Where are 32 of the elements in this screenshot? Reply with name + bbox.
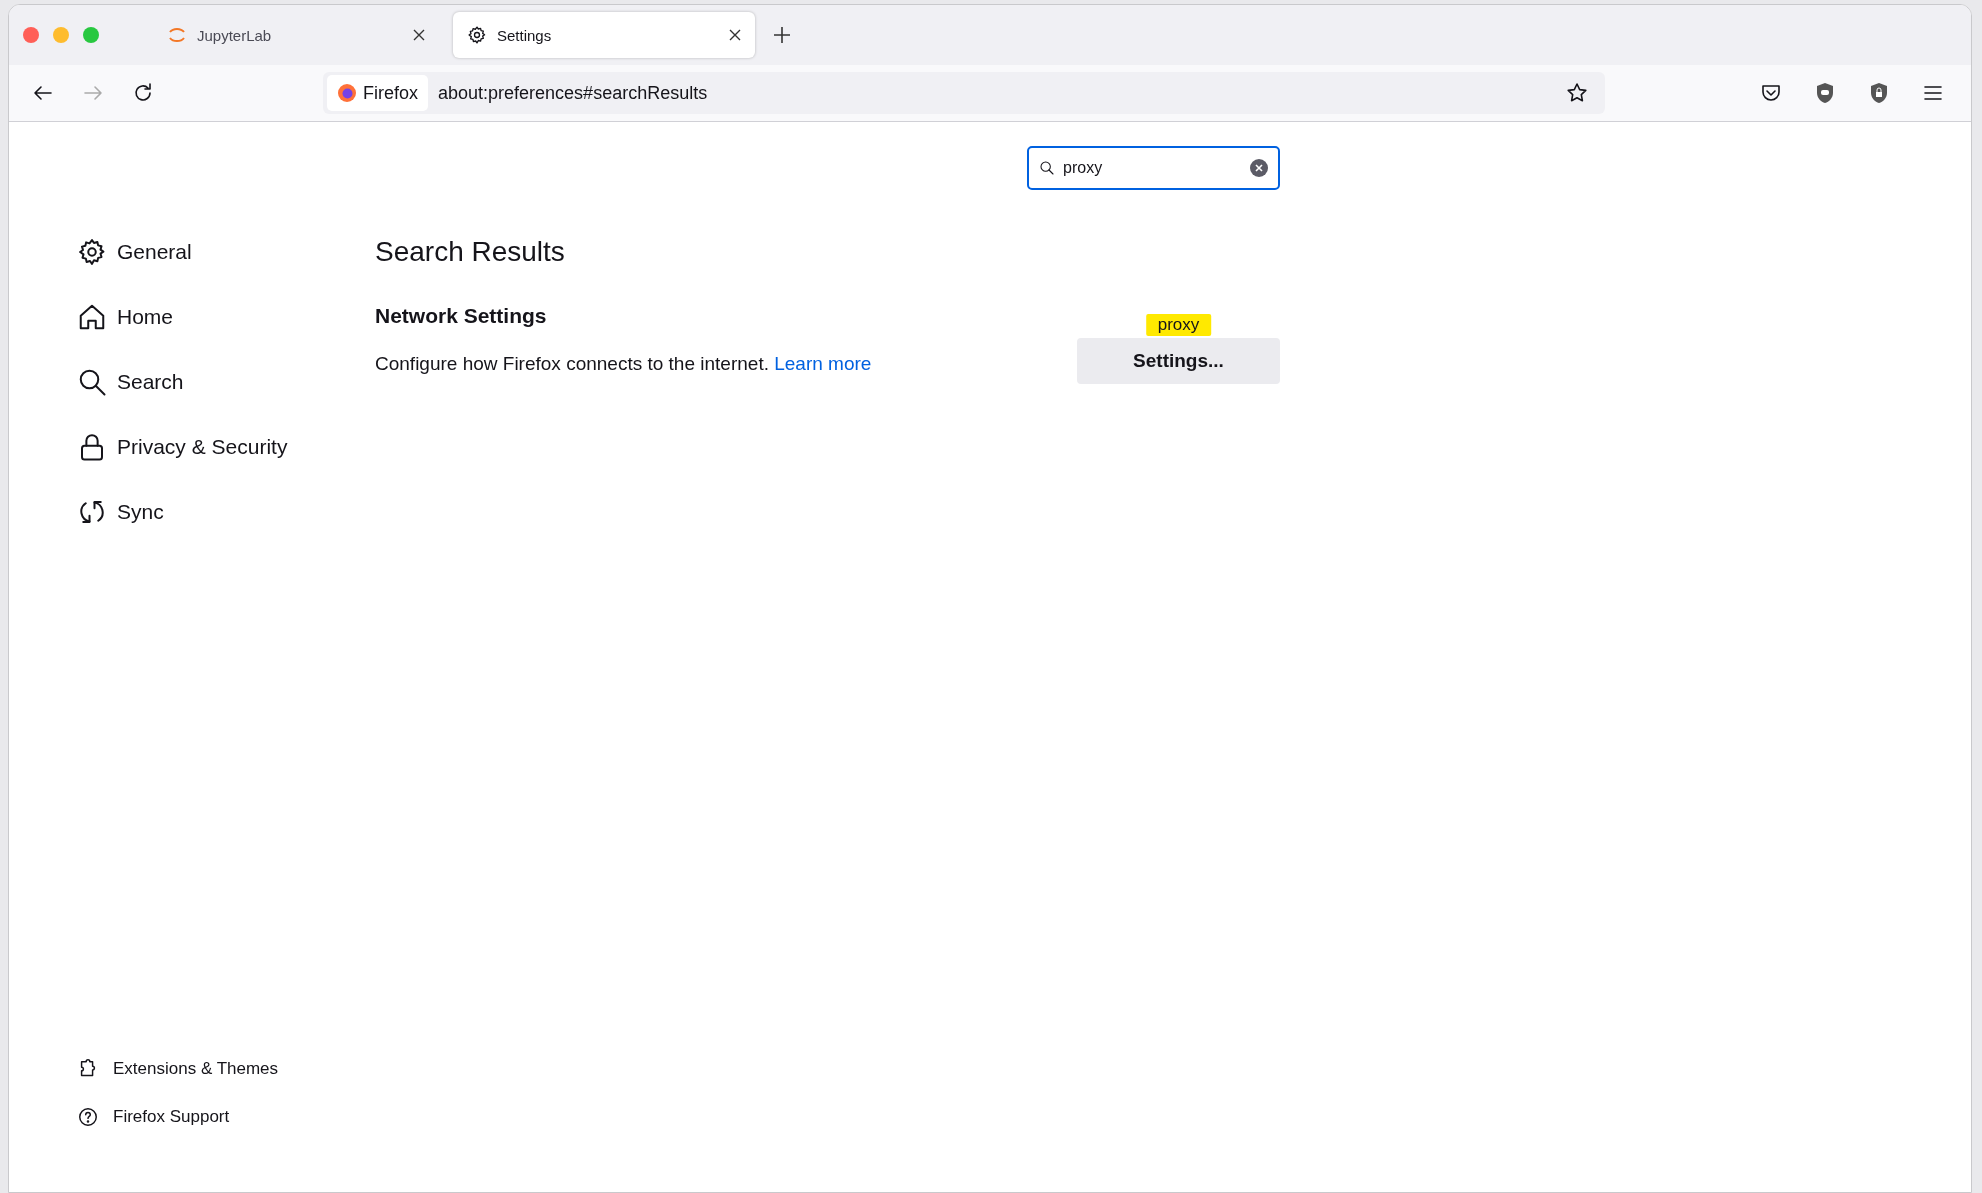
search-highlight-tooltip: proxy [1145,314,1212,336]
clear-icon[interactable] [1250,159,1268,177]
sidebar-link[interactable]: Firefox Support [71,1106,375,1128]
gear-icon [467,25,487,45]
learn-more-link[interactable]: Learn more [774,353,872,374]
section-heading: Network Settings [375,304,547,328]
close-window-icon[interactable] [23,27,39,43]
browser-logo-icon [337,83,357,103]
search-icon [77,367,107,397]
identity-button[interactable]: Firefox [327,75,428,111]
browser-tab[interactable]: Settings [453,12,755,58]
close-icon[interactable] [413,29,425,41]
sidebar-item[interactable]: Sync [71,490,170,534]
sidebar-item[interactable]: General [71,230,198,274]
sidebar-item[interactable]: Home [71,295,180,339]
sidebar-item[interactable]: Search [71,360,190,404]
description-text: Configure how Firefox connects to the internet. Learn more [375,353,872,375]
sidebar-link[interactable]: Extensions & Themes [71,1058,375,1080]
page-title: Search Results [375,236,566,268]
sidebar-item[interactable]: Privacy & Security [71,425,294,469]
url-text: about:preferences#searchResults [438,82,709,104]
help-icon [77,1106,99,1128]
arc-icon [167,25,187,45]
close-icon[interactable] [729,29,741,41]
search-icon [1039,160,1055,176]
settings-button[interactable]: Settings... [1077,338,1280,384]
star-icon[interactable] [1565,81,1589,105]
search-field[interactable]: proxy [1027,146,1280,190]
gear-icon [77,237,107,267]
browser-tab[interactable]: JupyterLab [153,12,439,58]
home-icon [77,302,107,332]
address-bar[interactable]: Firefox about:preferences#searchResults [323,72,1605,114]
